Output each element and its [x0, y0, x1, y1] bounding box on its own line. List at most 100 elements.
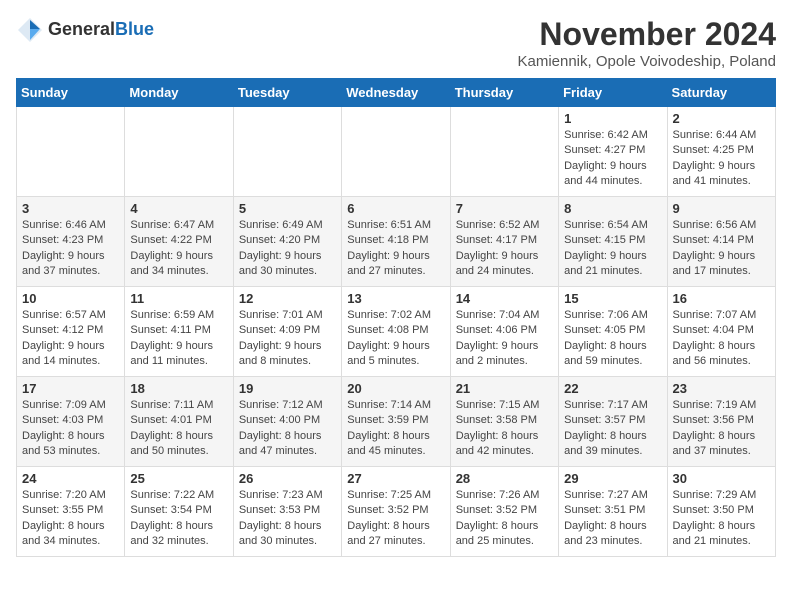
day-detail: Sunrise: 7:11 AM Sunset: 4:01 PM Dayligh…	[130, 398, 227, 460]
day-number: 12	[239, 291, 336, 306]
calendar-week-row: 17Sunrise: 7:09 AM Sunset: 4:03 PM Dayli…	[17, 377, 776, 467]
day-number: 4	[130, 201, 227, 216]
day-number: 3	[22, 201, 119, 216]
calendar-cell: 9 Sunrise: 6:56 AM Sunset: 4:14 PM Daylig…	[667, 197, 775, 287]
day-detail: Sunrise: 7:20 AM Sunset: 3:55 PM Dayligh…	[22, 488, 119, 550]
calendar-cell: 19Sunrise: 7:12 AM Sunset: 4:00 PM Dayli…	[233, 377, 341, 467]
calendar-cell: 29 Sunrise: 7:27 AM Sunset: 3:51 PM Dayli…	[559, 467, 667, 557]
day-detail: Sunrise: 6:46 AM Sunset: 4:23 PM Dayligh…	[22, 218, 119, 280]
calendar-week-row: 3 Sunrise: 6:46 AM Sunset: 4:23 PM Daylig…	[17, 197, 776, 287]
day-of-week-header: Sunday	[17, 79, 125, 107]
calendar-cell	[17, 107, 125, 197]
logo-icon	[16, 16, 44, 44]
day-number: 22	[564, 381, 661, 396]
calendar-cell: 15 Sunrise: 7:06 AM Sunset: 4:05 PM Dayli…	[559, 287, 667, 377]
calendar-cell: 23 Sunrise: 7:19 AM Sunset: 3:56 PM Dayli…	[667, 377, 775, 467]
day-number: 30	[673, 471, 770, 486]
day-number: 27	[347, 471, 444, 486]
day-of-week-header: Saturday	[667, 79, 775, 107]
calendar-cell: 3 Sunrise: 6:46 AM Sunset: 4:23 PM Daylig…	[17, 197, 125, 287]
day-detail: Sunrise: 7:25 AM Sunset: 3:52 PM Dayligh…	[347, 488, 444, 550]
calendar-cell: 30 Sunrise: 7:29 AM Sunset: 3:50 PM Dayli…	[667, 467, 775, 557]
day-detail: Sunrise: 7:17 AM Sunset: 3:57 PM Dayligh…	[564, 398, 661, 460]
day-number: 18	[130, 381, 227, 396]
day-number: 23	[673, 381, 770, 396]
day-detail: Sunrise: 7:15 AM Sunset: 3:58 PM Dayligh…	[456, 398, 553, 460]
header: GeneralBlue November 2024 Kamiennik, Opo…	[16, 16, 776, 70]
day-detail: Sunrise: 6:56 AM Sunset: 4:14 PM Dayligh…	[673, 218, 770, 280]
calendar-cell	[125, 107, 233, 197]
calendar-cell: 28Sunrise: 7:26 AM Sunset: 3:52 PM Dayli…	[450, 467, 558, 557]
month-title: November 2024	[517, 16, 776, 53]
calendar-cell	[342, 107, 450, 197]
calendar-cell	[450, 107, 558, 197]
logo-text: GeneralBlue	[48, 20, 154, 40]
day-of-week-header: Monday	[125, 79, 233, 107]
day-number: 6	[347, 201, 444, 216]
calendar-cell: 5Sunrise: 6:49 AM Sunset: 4:20 PM Daylig…	[233, 197, 341, 287]
calendar-cell: 8Sunrise: 6:54 AM Sunset: 4:15 PM Daylig…	[559, 197, 667, 287]
day-detail: Sunrise: 7:12 AM Sunset: 4:00 PM Dayligh…	[239, 398, 336, 460]
calendar-cell: 14Sunrise: 7:04 AM Sunset: 4:06 PM Dayli…	[450, 287, 558, 377]
day-detail: Sunrise: 7:19 AM Sunset: 3:56 PM Dayligh…	[673, 398, 770, 460]
day-detail: Sunrise: 7:22 AM Sunset: 3:54 PM Dayligh…	[130, 488, 227, 550]
calendar-cell: 21 Sunrise: 7:15 AM Sunset: 3:58 PM Dayli…	[450, 377, 558, 467]
day-detail: Sunrise: 6:42 AM Sunset: 4:27 PM Dayligh…	[564, 128, 661, 190]
calendar-cell: 16 Sunrise: 7:07 AM Sunset: 4:04 PM Dayli…	[667, 287, 775, 377]
day-number: 7	[456, 201, 553, 216]
day-detail: Sunrise: 6:52 AM Sunset: 4:17 PM Dayligh…	[456, 218, 553, 280]
day-of-week-header: Thursday	[450, 79, 558, 107]
day-number: 1	[564, 111, 661, 126]
day-detail: Sunrise: 7:06 AM Sunset: 4:05 PM Dayligh…	[564, 308, 661, 370]
day-detail: Sunrise: 7:29 AM Sunset: 3:50 PM Dayligh…	[673, 488, 770, 550]
day-number: 11	[130, 291, 227, 306]
logo-blue: Blue	[115, 19, 154, 39]
calendar-cell: 2 Sunrise: 6:44 AM Sunset: 4:25 PM Daylig…	[667, 107, 775, 197]
day-of-week-header: Friday	[559, 79, 667, 107]
calendar-week-row: 10Sunrise: 6:57 AM Sunset: 4:12 PM Dayli…	[17, 287, 776, 377]
calendar-cell: 6 Sunrise: 6:51 AM Sunset: 4:18 PM Daylig…	[342, 197, 450, 287]
calendar-cell: 20Sunrise: 7:14 AM Sunset: 3:59 PM Dayli…	[342, 377, 450, 467]
calendar-cell: 22 Sunrise: 7:17 AM Sunset: 3:57 PM Dayli…	[559, 377, 667, 467]
day-number: 24	[22, 471, 119, 486]
logo-general: General	[48, 19, 115, 39]
calendar-cell: 24 Sunrise: 7:20 AM Sunset: 3:55 PM Dayli…	[17, 467, 125, 557]
calendar-table: SundayMondayTuesdayWednesdayThursdayFrid…	[16, 78, 776, 557]
day-detail: Sunrise: 7:01 AM Sunset: 4:09 PM Dayligh…	[239, 308, 336, 370]
day-number: 16	[673, 291, 770, 306]
calendar-cell: 26 Sunrise: 7:23 AM Sunset: 3:53 PM Dayli…	[233, 467, 341, 557]
day-number: 25	[130, 471, 227, 486]
calendar-cell	[233, 107, 341, 197]
day-detail: Sunrise: 6:44 AM Sunset: 4:25 PM Dayligh…	[673, 128, 770, 190]
day-detail: Sunrise: 6:49 AM Sunset: 4:20 PM Dayligh…	[239, 218, 336, 280]
day-number: 14	[456, 291, 553, 306]
day-number: 10	[22, 291, 119, 306]
day-of-week-header: Tuesday	[233, 79, 341, 107]
calendar-cell: 4 Sunrise: 6:47 AM Sunset: 4:22 PM Daylig…	[125, 197, 233, 287]
day-detail: Sunrise: 6:47 AM Sunset: 4:22 PM Dayligh…	[130, 218, 227, 280]
day-detail: Sunrise: 6:54 AM Sunset: 4:15 PM Dayligh…	[564, 218, 661, 280]
day-number: 29	[564, 471, 661, 486]
day-number: 15	[564, 291, 661, 306]
day-number: 21	[456, 381, 553, 396]
calendar-body: 1 Sunrise: 6:42 AM Sunset: 4:27 PM Daylig…	[17, 107, 776, 557]
day-detail: Sunrise: 7:26 AM Sunset: 3:52 PM Dayligh…	[456, 488, 553, 550]
day-number: 2	[673, 111, 770, 126]
calendar-cell: 13Sunrise: 7:02 AM Sunset: 4:08 PM Dayli…	[342, 287, 450, 377]
calendar-cell: 1 Sunrise: 6:42 AM Sunset: 4:27 PM Daylig…	[559, 107, 667, 197]
day-detail: Sunrise: 6:59 AM Sunset: 4:11 PM Dayligh…	[130, 308, 227, 370]
calendar-week-row: 24 Sunrise: 7:20 AM Sunset: 3:55 PM Dayli…	[17, 467, 776, 557]
calendar-cell: 18 Sunrise: 7:11 AM Sunset: 4:01 PM Dayli…	[125, 377, 233, 467]
calendar-cell: 11 Sunrise: 6:59 AM Sunset: 4:11 PM Dayli…	[125, 287, 233, 377]
day-number: 17	[22, 381, 119, 396]
day-number: 9	[673, 201, 770, 216]
day-detail: Sunrise: 7:27 AM Sunset: 3:51 PM Dayligh…	[564, 488, 661, 550]
logo: GeneralBlue	[16, 16, 154, 44]
calendar-cell: 7 Sunrise: 6:52 AM Sunset: 4:17 PM Daylig…	[450, 197, 558, 287]
location-title: Kamiennik, Opole Voivodeship, Poland	[517, 53, 776, 70]
day-detail: Sunrise: 7:07 AM Sunset: 4:04 PM Dayligh…	[673, 308, 770, 370]
day-number: 26	[239, 471, 336, 486]
day-of-week-header: Wednesday	[342, 79, 450, 107]
day-detail: Sunrise: 6:51 AM Sunset: 4:18 PM Dayligh…	[347, 218, 444, 280]
day-detail: Sunrise: 7:23 AM Sunset: 3:53 PM Dayligh…	[239, 488, 336, 550]
